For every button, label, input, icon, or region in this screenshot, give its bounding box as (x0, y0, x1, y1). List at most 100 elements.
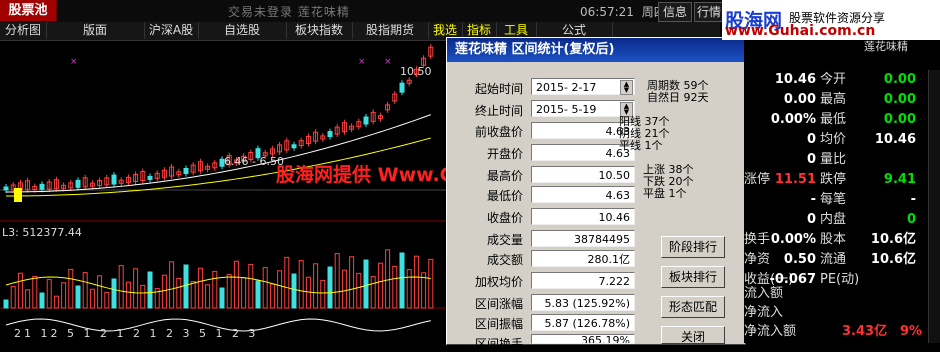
info-button[interactable]: 信息 (658, 2, 692, 22)
volume-bar (82, 272, 88, 309)
volume-bar (75, 285, 81, 309)
quote-row: 0.00 最高 0.00 (744, 90, 934, 110)
quote-value-right: 0.00 (883, 92, 916, 107)
pattern-match-button[interactable]: 形态匹配 (661, 296, 725, 318)
volume-bar (197, 267, 203, 309)
yang-candles: 阳线 37个 (619, 115, 670, 128)
sector-rank-button[interactable]: 板块排行 (661, 266, 725, 288)
interval-gain-label: 区间涨幅 (474, 297, 523, 311)
volume-bar (169, 261, 175, 309)
quote-row: 10.46 今开 0.00 (744, 70, 934, 90)
quote-field-label: 内盘 (820, 212, 847, 227)
quote-field-label: 每笔 (820, 192, 847, 207)
flow-net-amount-pct: 9% (900, 324, 923, 339)
kline-chart[interactable]: × × × 10.50 6.46 - 6.50 L3: 512377.44 21 1… (0, 40, 446, 343)
flow-net-amount-row: 净流入额 3.43亿 9% (744, 322, 934, 341)
kline-chart-canvas[interactable]: × × × (0, 40, 446, 343)
volume-bar (262, 267, 268, 309)
quote-value-left: 0 (806, 212, 816, 227)
interval-amplitude-label: 区间振幅 (474, 317, 523, 331)
volume-bar (46, 279, 52, 309)
volume-bar (25, 289, 31, 309)
quote-row: 0 量比 (744, 150, 934, 170)
quote-row: 涨停 11.51 跌停 9.41 (744, 170, 934, 190)
candle-body (111, 174, 117, 185)
volume-bar (334, 253, 340, 309)
volume-bar (413, 255, 419, 309)
watermark-banner: 股海网 股票软件资源分享 www.Guhai.com.cn (722, 0, 940, 40)
menu-sector-index[interactable]: 板块指数 (286, 22, 353, 39)
quote-row: - 每笔 - (744, 190, 934, 210)
flow-net-label: 净流入 (744, 305, 784, 320)
volume-bar (212, 270, 218, 309)
quote-field-label: 量比 (820, 152, 847, 167)
menu-analysis-chart[interactable]: 分析图 (0, 22, 47, 39)
volume-bar (233, 260, 239, 309)
quote-panel-header: 莲花味精 (744, 40, 940, 54)
start-time-picker[interactable]: 2015- 2-17 ▲ ▼ (531, 78, 635, 95)
quote-prefix-label: 涨停 (744, 172, 771, 187)
volume-bar (349, 256, 355, 309)
quote-field-label: 均价 (820, 132, 847, 147)
volume-bar (320, 279, 326, 309)
yin-candles: 阴线 21个 (619, 127, 670, 140)
clock-time: 06:57:21 (580, 5, 634, 19)
volume-bar (241, 277, 247, 309)
watermark-url: www.Guhai.com.cn (725, 23, 876, 39)
volume-bar (133, 268, 139, 309)
fund-flow: 流入额 净流入 净流入额 3.43亿 9% (744, 284, 934, 341)
low-label: 最低价 (486, 189, 523, 203)
volume-bar (205, 284, 211, 309)
volume-bar (255, 280, 261, 309)
turnover-amount-field: 280.1亿 (531, 250, 635, 267)
start-time-spinner-icon[interactable]: ▲ ▼ (620, 80, 633, 95)
close-price-label: 收盘价 (486, 211, 523, 225)
quote-value-left: 0.00% (770, 112, 816, 127)
natural-days: 自然日 92天 (647, 91, 709, 104)
volume-bar (118, 265, 124, 309)
quote-value-right: 9.41 (883, 172, 916, 187)
quote-rows: 10.46 今开 0.00 0.00 最高 0.00 0.00% 最低 0.00 0 均价 10.46… (744, 70, 934, 290)
close-button[interactable]: 关闭 (661, 326, 725, 344)
quote-value-left: 10.46 (774, 72, 816, 87)
volume-bar (104, 291, 110, 309)
interval-gain-field: 5.83 (125.92%) (531, 294, 635, 311)
candle-body (183, 168, 189, 175)
volume-bar (327, 266, 333, 309)
panel-side-tabs[interactable] (928, 70, 940, 343)
volume-bar (428, 258, 434, 309)
menu-watchlist[interactable]: 自选股 (198, 22, 287, 39)
quote-button[interactable]: 行情 (694, 2, 724, 22)
quote-value-left: 0.00% (770, 232, 816, 247)
quote-field-label: 最低 (820, 112, 847, 127)
volume-bar (161, 274, 167, 309)
weighted-avg-field: 7.222 (531, 272, 635, 289)
quote-field-label: 今开 (820, 72, 847, 87)
signal-mark: × (384, 57, 392, 67)
volume-bar (356, 272, 362, 309)
stock-pool-tab[interactable]: 股票池 (0, 0, 57, 21)
quote-value-right: 0.00 (883, 72, 916, 87)
quote-value-left: 0.00 (783, 92, 816, 107)
quote-value-right: 10.6亿 (870, 252, 916, 267)
signal-mark: × (70, 57, 78, 67)
start-time-label: 起始时间 (474, 82, 523, 96)
quote-value-left: 11.51 (774, 172, 816, 187)
menu-layout[interactable]: 版面 (46, 22, 145, 39)
stage-rank-button[interactable]: 阶段排行 (661, 236, 725, 258)
candle-body (327, 131, 333, 138)
volume-bar (190, 281, 196, 309)
menu-sh-sz-a[interactable]: 沪深A股 (144, 22, 199, 39)
flat-count: 平盘 1个 (643, 187, 687, 200)
volume-bar (399, 252, 405, 309)
quote-row: 0 均价 10.46 (744, 130, 934, 150)
volume-bar (370, 276, 376, 309)
volume-bar (176, 277, 182, 309)
close-price-field: 10.46 (531, 208, 635, 225)
quote-value-left: 0.50 (783, 252, 816, 267)
quote-value-right: 10.46 (874, 132, 916, 147)
volume-bar (298, 260, 304, 309)
menu-index-futures[interactable]: 股指期货 (352, 22, 429, 39)
stock-name: 莲花味精 (864, 40, 908, 53)
volume-bar (284, 256, 290, 309)
